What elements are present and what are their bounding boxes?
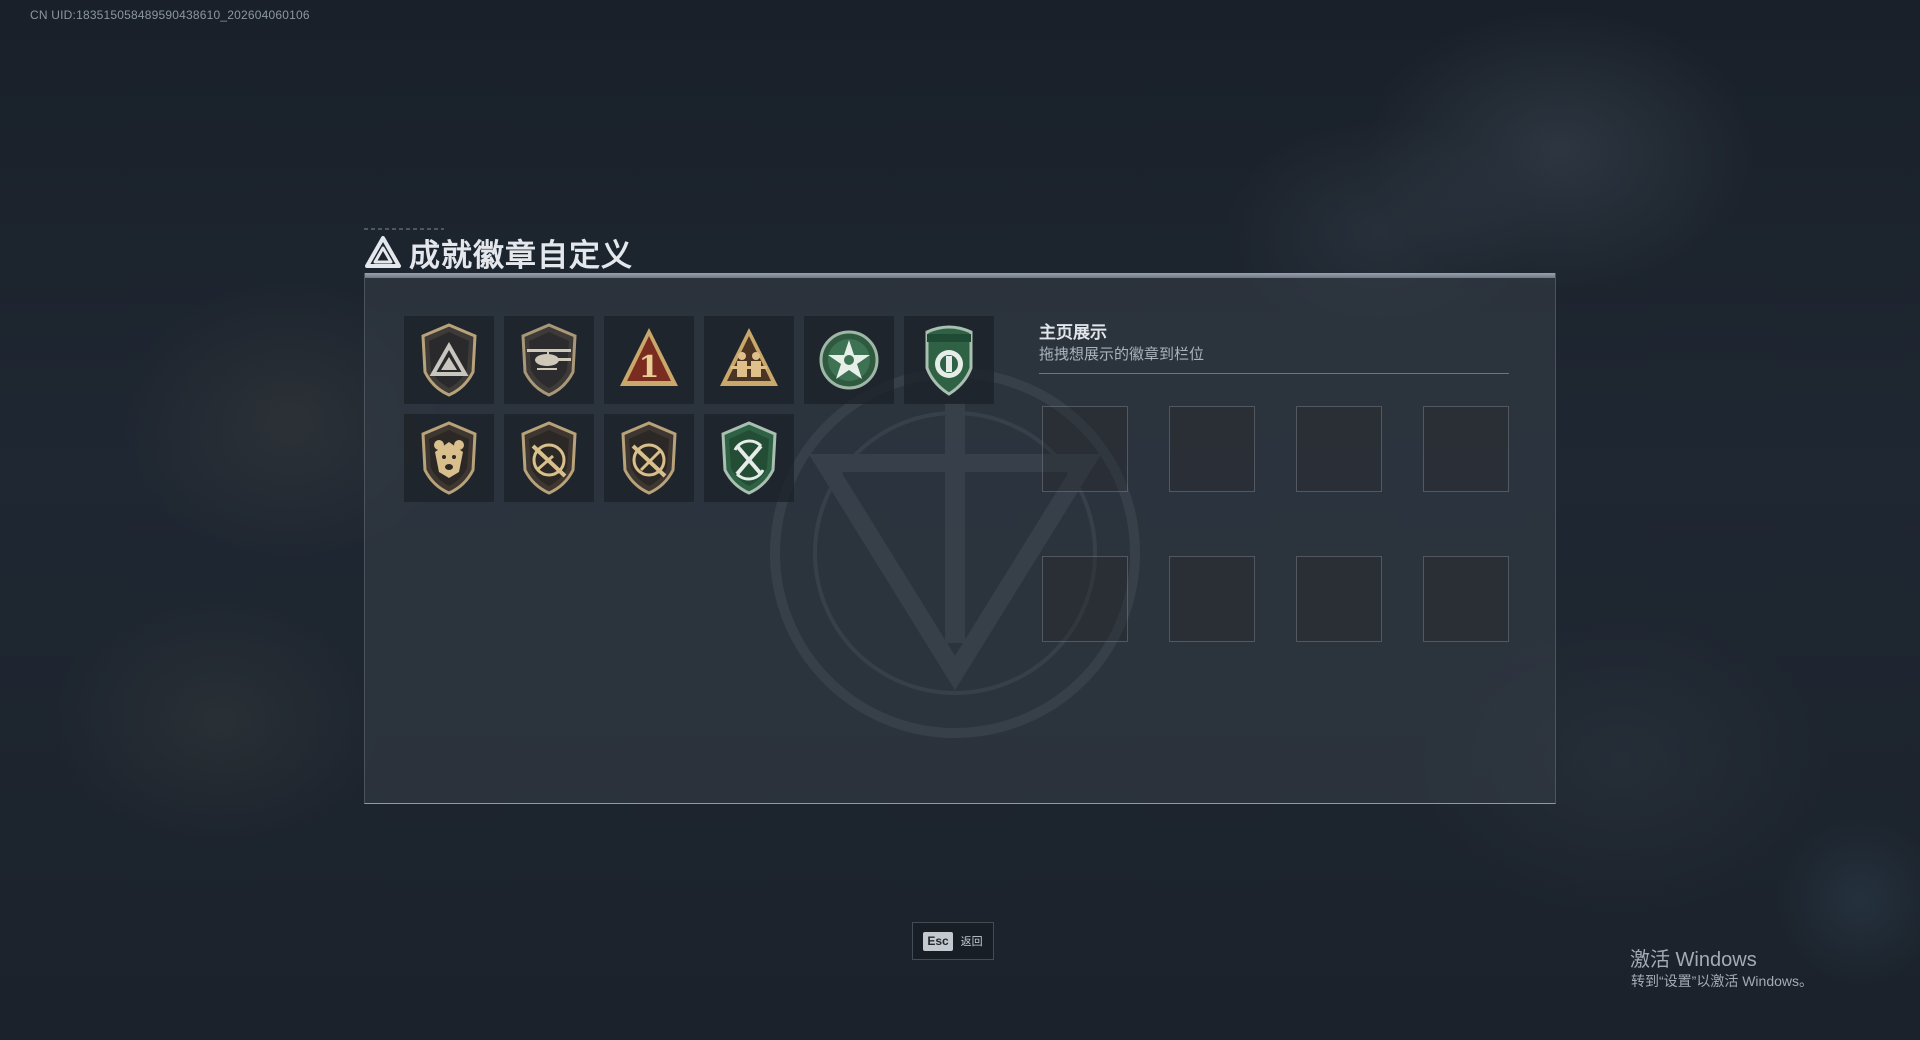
badge-slot[interactable] <box>404 316 494 404</box>
showcase-slot[interactable] <box>1296 556 1382 642</box>
showcase-slot[interactable] <box>1423 556 1509 642</box>
badge-slot[interactable] <box>604 414 694 502</box>
esc-key-icon: Esc <box>923 931 953 951</box>
shield-triangle-badge-icon <box>421 323 477 397</box>
showcase-subtitle: 拖拽想展示的徽章到栏位 <box>1039 346 1205 363</box>
showcase-slot[interactable] <box>1169 556 1255 642</box>
svg-text:1: 1 <box>639 350 660 385</box>
badge-slot[interactable] <box>904 316 994 404</box>
uid-label: CN UID:183515058489590438610_20260406010… <box>30 8 310 22</box>
showcase-divider <box>1039 373 1509 374</box>
windows-activation-title: 激活 Windows <box>1630 949 1757 971</box>
badge-slot[interactable] <box>404 414 494 502</box>
badge-customization-panel: 1 主页展示 拖拽想展示的徽章到栏位 <box>364 273 1556 804</box>
windows-activation-subtitle: 转到“设置”以激活 Windows。 <box>1631 973 1814 989</box>
badge-slot[interactable] <box>504 316 594 404</box>
showcase-slot[interactable] <box>1423 406 1509 492</box>
soldiers-triangle-badge-icon <box>720 328 778 386</box>
showcase-slot[interactable] <box>1042 406 1128 492</box>
crossed-rifle-shield-badge-icon <box>521 421 577 495</box>
showcase-title: 主页展示 <box>1039 323 1107 342</box>
showcase-slot[interactable] <box>1042 556 1128 642</box>
green-crossed-swords-badge-icon <box>721 421 777 495</box>
helicopter-shield-badge-icon <box>521 323 577 397</box>
badge-slot[interactable] <box>504 414 594 502</box>
rank-one-triangle-badge-icon: 1 <box>620 328 678 386</box>
badge-slot[interactable] <box>804 316 894 404</box>
bear-shield-badge-icon <box>421 421 477 495</box>
page-title: 成就徽章自定义 <box>409 237 633 273</box>
back-button[interactable]: Esc 返回 <box>912 922 994 960</box>
badge-slot[interactable] <box>704 414 794 502</box>
back-label: 返回 <box>960 936 983 948</box>
showcase-slot[interactable] <box>1169 406 1255 492</box>
green-star-emblem-badge-icon <box>819 330 879 390</box>
owned-badges-grid: 1 <box>404 316 994 502</box>
page-header: 成就徽章自定义 <box>365 230 633 274</box>
green-crest-badge-icon <box>925 325 973 396</box>
showcase-slots-grid <box>1042 406 1509 642</box>
delta-logo-icon <box>365 236 401 268</box>
panel-top-bar <box>365 273 1555 278</box>
badge-slot[interactable] <box>704 316 794 404</box>
showcase-slot[interactable] <box>1296 406 1382 492</box>
badge-slot[interactable]: 1 <box>604 316 694 404</box>
crossed-rifle-shield-badge-alt-icon <box>621 421 677 495</box>
